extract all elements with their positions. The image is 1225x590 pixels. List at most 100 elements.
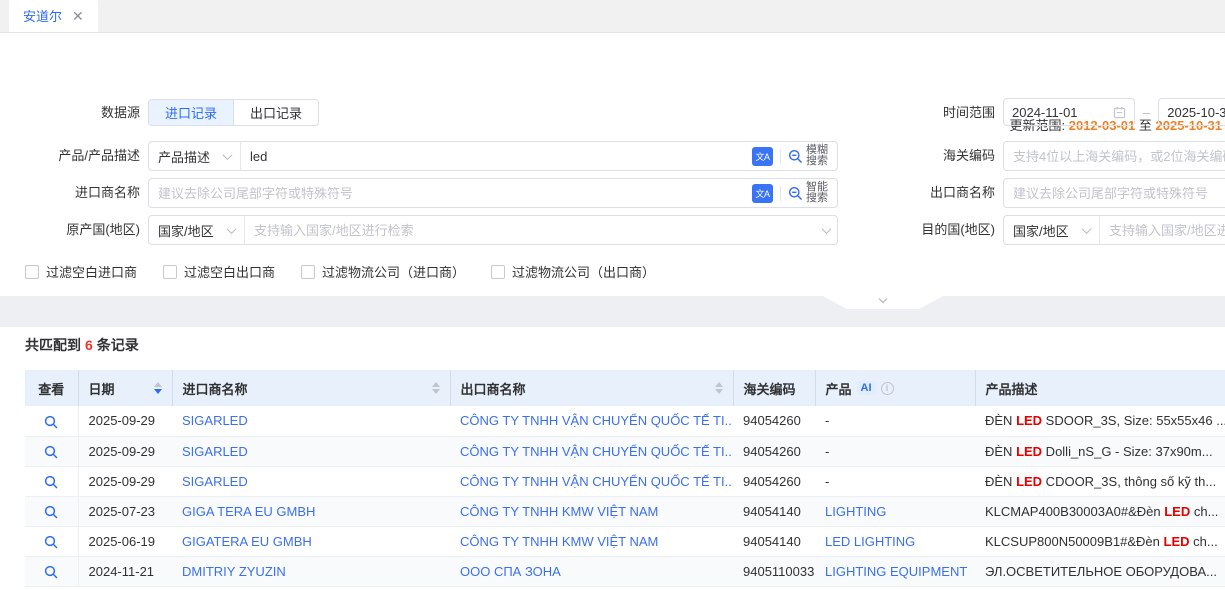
cell-date: 2025-09-29 bbox=[78, 466, 172, 496]
desc-highlight: LED bbox=[1016, 474, 1042, 489]
translate-icon[interactable]: 文A bbox=[752, 184, 773, 203]
destination-type-value: 国家/地区 bbox=[1013, 221, 1069, 240]
product-search-input[interactable] bbox=[241, 149, 752, 164]
cell-importer-link[interactable]: GIGATERA EU GMBH bbox=[182, 534, 312, 549]
product-type-select[interactable]: 产品描述 bbox=[149, 142, 241, 170]
chevron-down-icon bbox=[227, 224, 237, 234]
sort-date-button[interactable] bbox=[154, 382, 162, 394]
desc-highlight: LED bbox=[1016, 413, 1042, 428]
col-header-date[interactable]: 日期 bbox=[78, 370, 172, 406]
sort-exporter-button[interactable] bbox=[715, 382, 723, 394]
exporter-input[interactable] bbox=[1003, 178, 1225, 208]
cell-description: KLCMAP400B30003A0#&Đèn LED ch... bbox=[975, 496, 1225, 526]
cell-description: ĐÈN LED CDOOR_3S, thông số kỹ th... bbox=[975, 466, 1225, 496]
cell-exporter-link[interactable]: CÔNG TY TNHH KMW VIỆT NAM bbox=[460, 534, 658, 549]
view-record-icon[interactable] bbox=[44, 415, 58, 429]
cell-importer-link[interactable]: SIGARLED bbox=[182, 444, 248, 459]
exporter-label: 出口商名称 bbox=[880, 179, 995, 206]
cell-product-link[interactable]: LIGHTING EQUIPMENT bbox=[825, 564, 967, 579]
checkbox-filter-blank-importer[interactable]: 过滤空白进口商 bbox=[25, 262, 137, 281]
fuzzy-search-button[interactable]: 模糊搜索 bbox=[788, 145, 830, 167]
search-minus-icon bbox=[788, 186, 803, 201]
desc-text: Dolli_nS_G - Size: 37x90m... bbox=[1042, 444, 1213, 459]
desc-highlight: LED bbox=[1016, 444, 1042, 459]
sort-importer-button[interactable] bbox=[432, 382, 440, 394]
desc-text: ch... bbox=[1190, 534, 1218, 549]
view-record-icon[interactable] bbox=[44, 445, 58, 459]
col-header-exporter[interactable]: 出口商名称 bbox=[450, 370, 733, 406]
divider bbox=[780, 186, 781, 201]
view-record-icon[interactable] bbox=[44, 565, 58, 579]
collapse-panel-button[interactable] bbox=[823, 296, 943, 309]
cell-importer-link[interactable]: SIGARLED bbox=[182, 474, 248, 489]
destination-country-input[interactable] bbox=[1100, 223, 1225, 238]
hs-code-input[interactable] bbox=[1003, 141, 1225, 171]
cell-importer-link[interactable]: SIGARLED bbox=[182, 413, 248, 428]
table-header-row: 查看 日期 进口商名称 出口商名称 海关编码 产品AIi 产品描述 bbox=[25, 370, 1225, 406]
col-header-importer[interactable]: 进口商名称 bbox=[172, 370, 450, 406]
cell-hs-code: 94054260 bbox=[733, 406, 815, 436]
cell-exporter-link[interactable]: CÔNG TY TNHH VẬN CHUYỂN QUỐC TẾ TI... bbox=[460, 413, 733, 428]
destination-type-select[interactable]: 国家/地区 bbox=[1004, 216, 1100, 244]
import-records-tab[interactable]: 进口记录 bbox=[149, 100, 233, 125]
records-table: 查看 日期 进口商名称 出口商名称 海关编码 产品AIi 产品描述 2025-0… bbox=[25, 370, 1225, 587]
checkbox-icon[interactable] bbox=[163, 265, 177, 279]
cell-exporter-link[interactable]: ООО СПА ЗОНА bbox=[460, 564, 561, 579]
result-count-suffix: 条记录 bbox=[97, 337, 139, 353]
checkbox-icon[interactable] bbox=[301, 265, 315, 279]
cell-hs-code: 94054140 bbox=[733, 496, 815, 526]
data-source-toggle: 进口记录 出口记录 bbox=[148, 99, 319, 126]
checkbox-filter-blank-exporter[interactable]: 过滤空白出口商 bbox=[163, 262, 275, 281]
view-record-icon[interactable] bbox=[44, 505, 58, 519]
col-header-exporter-label: 出口商名称 bbox=[461, 379, 526, 398]
col-header-view: 查看 bbox=[25, 370, 78, 406]
cell-exporter-link[interactable]: CÔNG TY TNHH VẬN CHUYỂN QUỐC TẾ TI... bbox=[460, 444, 733, 459]
checkbox-icon[interactable] bbox=[491, 265, 505, 279]
cell-importer-link[interactable]: DMITRIY ZYUZIN bbox=[182, 564, 286, 579]
importer-input[interactable] bbox=[149, 186, 752, 201]
fuzzy-search-label: 模糊搜索 bbox=[806, 145, 830, 167]
chevron-down-icon bbox=[223, 150, 233, 160]
chevron-down-icon bbox=[879, 295, 887, 303]
app-window: 安道尔 ✕ 安道尔 更新范围: 2012-03-01 至 2025-10-31 … bbox=[0, 0, 1225, 590]
cell-date: 2025-06-19 bbox=[78, 526, 172, 556]
desc-text: ĐÈN bbox=[985, 474, 1016, 489]
panel-separator bbox=[0, 296, 1225, 327]
cell-importer-link[interactable]: GIGA TERA EU GMBH bbox=[182, 504, 315, 519]
product-label: 产品/产品描述 bbox=[0, 142, 140, 169]
checkbox-icon[interactable] bbox=[25, 265, 39, 279]
origin-type-select[interactable]: 国家/地区 bbox=[149, 216, 245, 244]
table-row: 2025-09-29 SIGARLED CÔNG TY TNHH VẬN CHU… bbox=[25, 466, 1225, 496]
product-type-value: 产品描述 bbox=[158, 147, 210, 166]
export-records-tab[interactable]: 出口记录 bbox=[233, 100, 318, 125]
cell-exporter-link[interactable]: CÔNG TY TNHH VẬN CHUYỂN QUỐC TẾ TI... bbox=[460, 474, 733, 489]
checkbox-label: 过滤物流公司（进口商） bbox=[322, 262, 465, 281]
cell-description: ĐÈN LED SDOOR_3S, Size: 55x55x46 ... bbox=[975, 406, 1225, 436]
checkbox-filter-logistics-exporter[interactable]: 过滤物流公司（出口商） bbox=[491, 262, 655, 281]
cell-product-link[interactable]: LIGHTING bbox=[825, 504, 886, 519]
table-row: 2025-09-29 SIGARLED CÔNG TY TNHH VẬN CHU… bbox=[25, 406, 1225, 436]
date-end-input[interactable]: 2025-10-31 bbox=[1158, 98, 1225, 126]
date-start-value: 2024-11-01 bbox=[1012, 105, 1078, 120]
cell-exporter-link[interactable]: CÔNG TY TNHH KMW VIỆT NAM bbox=[460, 504, 658, 519]
origin-country-input[interactable] bbox=[245, 223, 823, 238]
time-range-control: 2024-11-01 – 2025-10-31 bbox=[1003, 98, 1225, 126]
view-record-icon[interactable] bbox=[44, 475, 58, 489]
cell-product: - bbox=[815, 436, 975, 466]
date-start-input[interactable]: 2024-11-01 bbox=[1003, 98, 1135, 126]
smart-search-button[interactable]: 智能搜索 bbox=[788, 182, 830, 204]
checkbox-label: 过滤空白出口商 bbox=[184, 262, 275, 281]
cell-product-link[interactable]: LED LIGHTING bbox=[825, 534, 915, 549]
desc-text: ch... bbox=[1190, 504, 1218, 519]
tab-andorra[interactable]: 安道尔 ✕ bbox=[9, 0, 98, 32]
data-source-label: 数据源 bbox=[0, 99, 140, 126]
cell-hs-code: 94054260 bbox=[733, 466, 815, 496]
checkbox-filter-logistics-importer[interactable]: 过滤物流公司（进口商） bbox=[301, 262, 465, 281]
col-header-product: 产品AIi bbox=[815, 370, 975, 406]
tab-close-icon[interactable]: ✕ bbox=[72, 9, 84, 23]
translate-icon[interactable]: 文A bbox=[752, 147, 773, 166]
info-icon[interactable]: i bbox=[881, 382, 894, 395]
table-row: 2025-09-29 SIGARLED CÔNG TY TNHH VẬN CHU… bbox=[25, 436, 1225, 466]
search-minus-icon bbox=[788, 149, 803, 164]
view-record-icon[interactable] bbox=[44, 535, 58, 549]
